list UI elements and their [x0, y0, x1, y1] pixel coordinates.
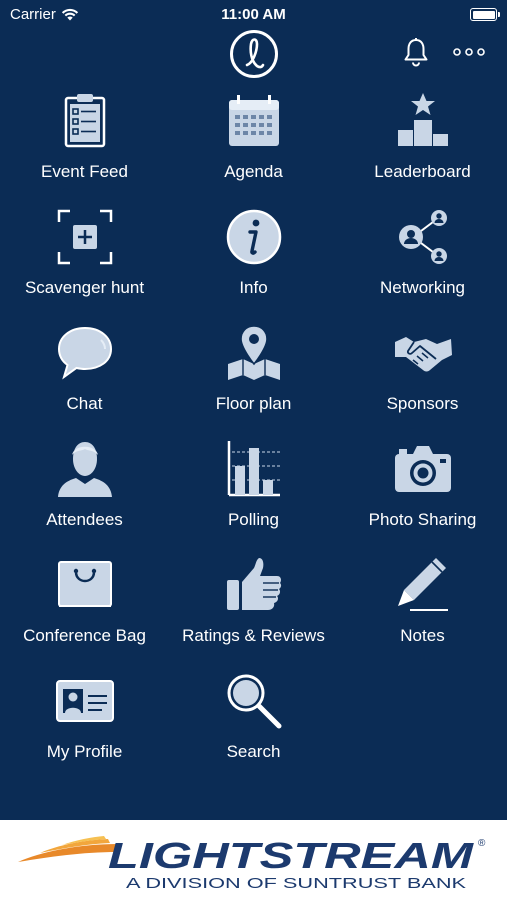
tile-search[interactable]: Search [169, 662, 338, 778]
feature-grid: Event Feed Agenda Leaderboard Scavenger … [0, 82, 507, 778]
pen-icon [397, 558, 448, 611]
tile-label: Event Feed [41, 162, 128, 181]
person-icon [57, 442, 112, 497]
tile-floor-plan[interactable]: Floor plan [169, 314, 338, 430]
brand-tagline: A DIVISION OF SUNTRUST BANK [126, 875, 466, 892]
tile-leaderboard[interactable]: Leaderboard [338, 82, 507, 198]
tile-sponsors[interactable]: Sponsors [338, 314, 507, 430]
thumbs-up-icon [226, 558, 281, 610]
tile-photo-sharing[interactable]: Photo Sharing [338, 430, 507, 546]
swoosh-icon [18, 836, 118, 862]
handshake-icon [394, 337, 452, 372]
id-card-icon [55, 680, 114, 722]
status-time: 11:00 AM [221, 6, 286, 23]
tile-label: Photo Sharing [368, 510, 477, 529]
tile-label: Leaderboard [374, 162, 471, 181]
tile-my-profile[interactable]: My Profile [0, 662, 169, 778]
map-pin-icon [227, 325, 280, 380]
tile-polling[interactable]: Polling [169, 430, 338, 546]
tile-label: Ratings & Reviews [182, 626, 325, 645]
tile-networking[interactable]: Networking [338, 198, 507, 314]
brand-name: LIGHTSTREAM [108, 835, 474, 876]
tile-label: Info [239, 278, 268, 297]
tile-conference-bag[interactable]: Conference Bag [0, 546, 169, 662]
tile-info[interactable]: Info [169, 198, 338, 314]
trademark-symbol: ® [478, 838, 486, 849]
app-logo-icon [230, 30, 278, 78]
network-icon [398, 210, 447, 264]
tile-label: Attendees [46, 510, 123, 529]
tile-label: Agenda [224, 162, 283, 181]
tile-label: Polling [227, 510, 280, 529]
tile-agenda[interactable]: Agenda [169, 82, 338, 198]
tile-ratings-reviews[interactable]: Ratings & Reviews [169, 546, 338, 662]
calendar-icon [228, 95, 279, 146]
bag-icon [57, 561, 112, 607]
tile-label: Scavenger hunt [24, 278, 145, 297]
battery-icon [470, 8, 500, 21]
tile-label: My Profile [46, 742, 123, 761]
sponsor-banner[interactable]: LIGHTSTREAM ® A DIVISION OF SUNTRUST BAN… [0, 820, 507, 900]
clipboard-icon [64, 94, 105, 148]
tile-label: Floor plan [215, 394, 292, 413]
tile-label: Search [226, 742, 281, 761]
tile-event-feed[interactable]: Event Feed [0, 82, 169, 198]
bell-icon[interactable] [402, 37, 430, 67]
chat-bubble-icon [57, 326, 112, 380]
tile-label: Networking [379, 278, 466, 297]
tile-attendees[interactable]: Attendees [0, 430, 169, 546]
tile-label: Notes [400, 626, 445, 645]
info-icon [226, 209, 281, 265]
scan-plus-icon [57, 209, 112, 265]
more-dots-icon[interactable] [452, 42, 486, 62]
tile-label: Chat [66, 394, 103, 413]
podium-icon [397, 93, 448, 146]
tile-label: Sponsors [386, 394, 459, 413]
camera-icon [394, 446, 451, 492]
tile-notes[interactable]: Notes [338, 546, 507, 662]
status-bar: Carrier 11:00 AM [0, 0, 507, 28]
tile-chat[interactable]: Chat [0, 314, 169, 430]
tile-scavenger-hunt[interactable]: Scavenger hunt [0, 198, 169, 314]
tile-label: Conference Bag [23, 626, 146, 645]
magnifier-icon [227, 674, 281, 729]
bar-chart-icon [227, 441, 280, 497]
